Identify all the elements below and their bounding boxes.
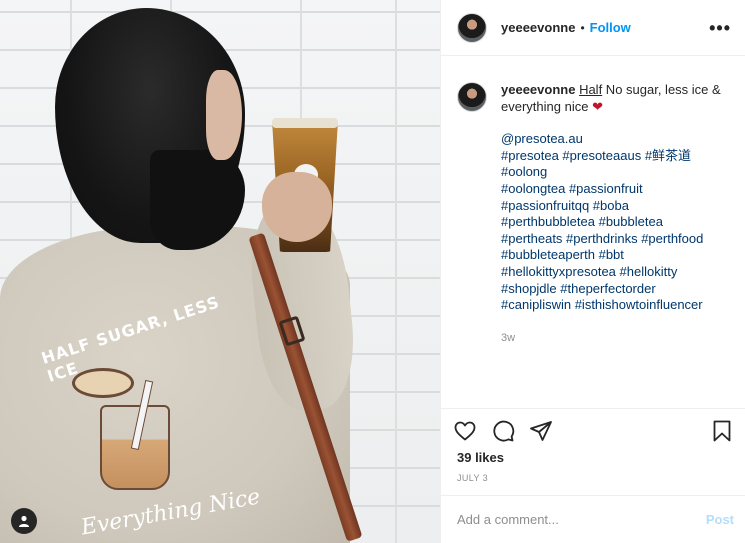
tagged-user-icon[interactable] xyxy=(11,508,37,534)
hashtag-line[interactable]: #hellokittyxpresotea #hellokitty xyxy=(501,264,729,281)
post-side-panel: yeeeevonne • Follow ••• yeeeevonne Half … xyxy=(440,0,745,543)
cup-lid xyxy=(272,118,338,128)
post-actions xyxy=(441,408,745,452)
hand xyxy=(262,172,332,242)
hashtag-line[interactable]: #pertheats #perthdrinks #perthfood xyxy=(501,231,729,248)
bookmark-icon[interactable] xyxy=(710,419,734,443)
hashtag-line[interactable]: #shopjdle #theperfectorder xyxy=(501,281,729,298)
hashtag-line[interactable]: #presotea #presoteaaus #鲜茶道 xyxy=(501,148,729,165)
face-profile xyxy=(206,70,242,160)
hashtag-line[interactable]: #oolongtea #passionfruit xyxy=(501,181,729,198)
post-header: yeeeevonne • Follow ••• xyxy=(441,0,745,56)
separator-dot: • xyxy=(580,20,585,35)
caption: yeeeevonne Half No sugar, less ice & eve… xyxy=(441,56,745,346)
more-horizontal-icon[interactable]: ••• xyxy=(709,19,731,37)
post-photo[interactable]: HALF SUGAR, LESS ICE Everything Nice xyxy=(0,0,440,543)
paper-plane-icon[interactable] xyxy=(529,419,553,443)
red-heart-emoji: ❤ xyxy=(592,98,603,114)
caption-body: yeeeevonne Half No sugar, less ice & eve… xyxy=(501,82,729,346)
hashtag-line[interactable]: #bubbleteaperth #bbt xyxy=(501,247,729,264)
post-date[interactable]: JULY 3 xyxy=(457,473,488,483)
caption-tags: @presotea.au #presotea #presoteaaus #鲜茶道… xyxy=(501,131,729,314)
comment-input[interactable] xyxy=(457,512,698,527)
caption-author-avatar[interactable] xyxy=(457,82,487,112)
author-username[interactable]: yeeeevonne xyxy=(501,20,575,35)
wall-mortar-line xyxy=(395,0,397,543)
caption-half-word: Half xyxy=(579,82,603,97)
follow-button[interactable]: Follow xyxy=(590,20,631,35)
hashtag-line[interactable]: #passionfruitqq #boba xyxy=(501,198,729,215)
caption-username[interactable]: yeeeevonne xyxy=(501,82,575,97)
likes-count[interactable]: 39 likes xyxy=(457,450,504,465)
comment-bubble-icon[interactable] xyxy=(491,419,515,443)
hashtag-line[interactable]: #perthbubbletea #bubbletea xyxy=(501,214,729,231)
hashtag-line[interactable]: #oolong xyxy=(501,164,729,181)
mention-link[interactable]: @presotea.au xyxy=(501,131,729,148)
heart-outline-icon[interactable] xyxy=(453,419,477,443)
caption-time-ago[interactable]: 3w xyxy=(501,330,729,347)
post-comment-button[interactable]: Post xyxy=(706,512,734,527)
author-avatar[interactable] xyxy=(457,12,487,43)
hashtag-line[interactable]: #canipliswin #isthishowtoinfluencer xyxy=(501,297,729,314)
comment-bar: Post xyxy=(441,495,745,543)
